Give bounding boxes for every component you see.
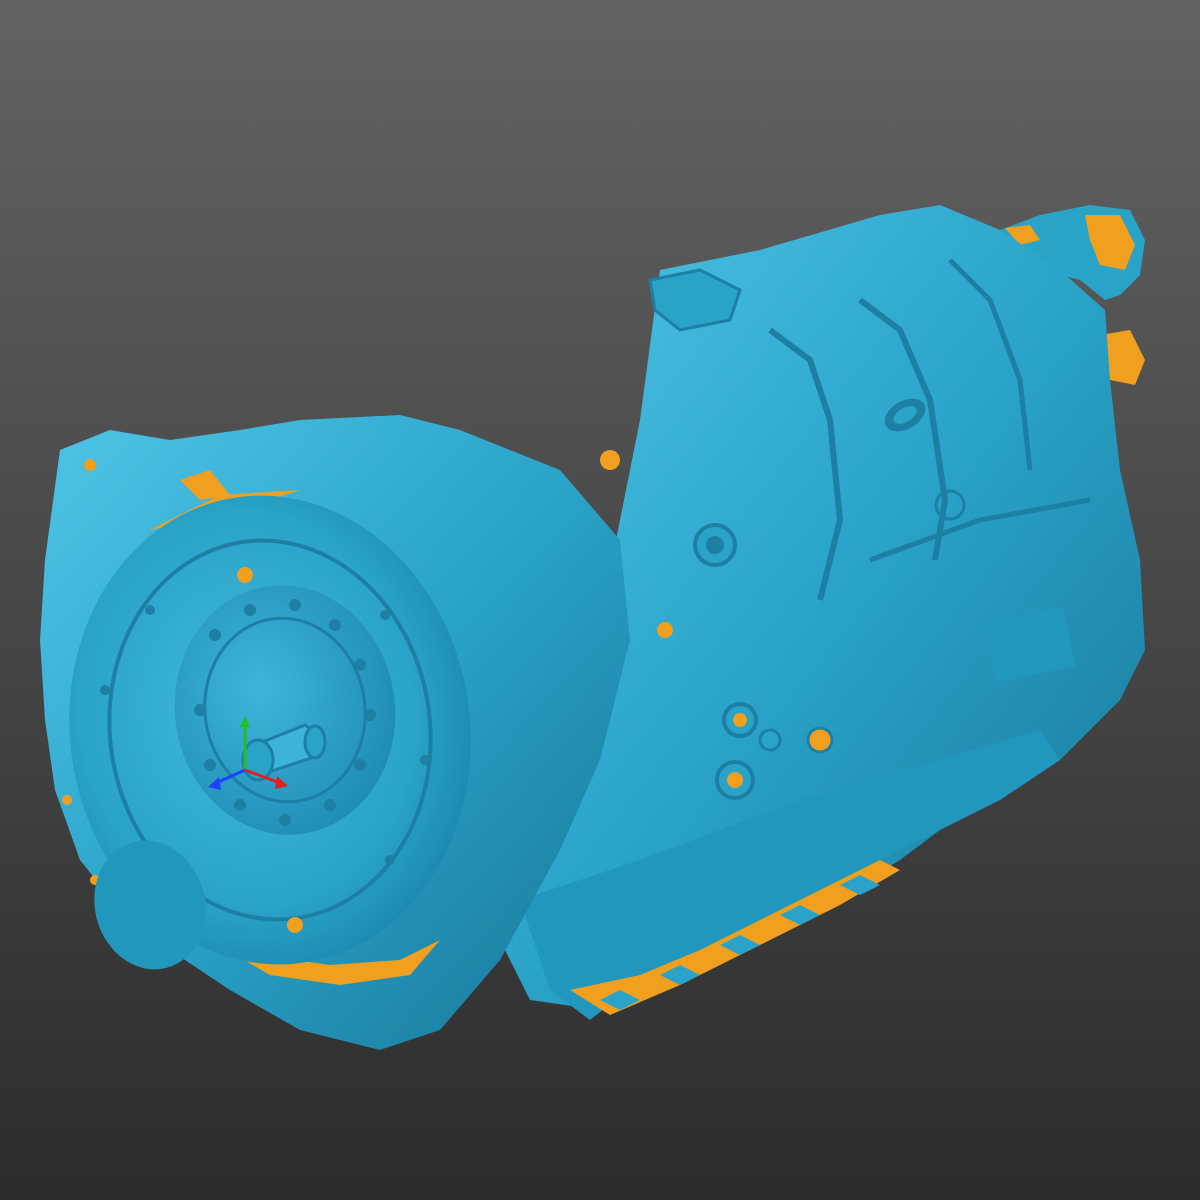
- 3d-viewport[interactable]: [0, 0, 1200, 1200]
- scan-model-scene[interactable]: [0, 0, 1200, 1200]
